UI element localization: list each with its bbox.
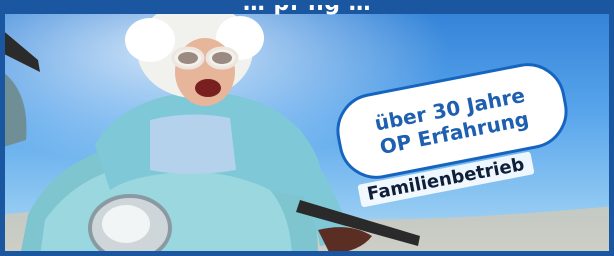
ad-banner: … pf ng … über 30 Jahre OP Erfahrung Fam… [0,0,614,256]
header-text: … pf ng … [242,0,372,16]
